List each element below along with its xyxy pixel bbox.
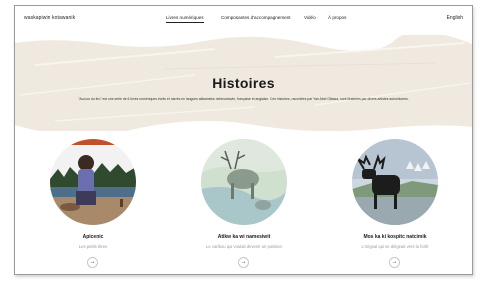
- story-title[interactable]: Atikw ka wi namesiwit: [194, 234, 294, 240]
- page-title: Histoires: [212, 75, 275, 91]
- site-brand[interactable]: waskapiwin kotawanik: [24, 15, 75, 21]
- nav-link-composantes[interactable]: Composantes d'accompagnement: [221, 15, 291, 20]
- nav-link-livres[interactable]: Livres numériques: [166, 15, 204, 23]
- story-illustration[interactable]: [201, 139, 287, 225]
- hero-description: "Accour du feu" est une série de 6 livre…: [78, 97, 409, 101]
- story-card[interactable]: Atikw ka wi namesiwit Le caribou qui vou…: [194, 139, 294, 269]
- arrow-right-icon[interactable]: →: [87, 257, 98, 268]
- nav-link-a-propos[interactable]: À propos: [328, 15, 346, 20]
- browser-page: waskapiwin kotawanik Livres numériques C…: [14, 5, 473, 275]
- story-card[interactable]: Apicenic Les petits êtres →: [43, 139, 143, 269]
- hero-banner: Histoires "Accour du feu" est une série …: [15, 35, 472, 131]
- arrow-right-icon[interactable]: →: [389, 257, 400, 268]
- nav-link-video[interactable]: Vidéo: [304, 15, 316, 20]
- top-navigation: waskapiwin kotawanik Livres numériques C…: [15, 6, 472, 32]
- arrow-right-icon[interactable]: →: [238, 257, 249, 268]
- story-subtitle: Le caribou qui voulait devenir un poisso…: [206, 244, 282, 249]
- story-subtitle: Les petits êtres: [78, 244, 108, 249]
- story-title[interactable]: Apicenic: [43, 234, 143, 240]
- language-toggle[interactable]: English: [447, 15, 463, 21]
- story-subtitle: L'orignal qui se dirigeait vers la forêt: [361, 244, 429, 249]
- story-card[interactable]: Mos ka ki kospitc natcimik L'orignal qui…: [345, 139, 445, 269]
- story-illustration[interactable]: [352, 139, 438, 225]
- story-title[interactable]: Mos ka ki kospitc natcimik: [345, 234, 445, 240]
- story-illustration[interactable]: [50, 139, 136, 225]
